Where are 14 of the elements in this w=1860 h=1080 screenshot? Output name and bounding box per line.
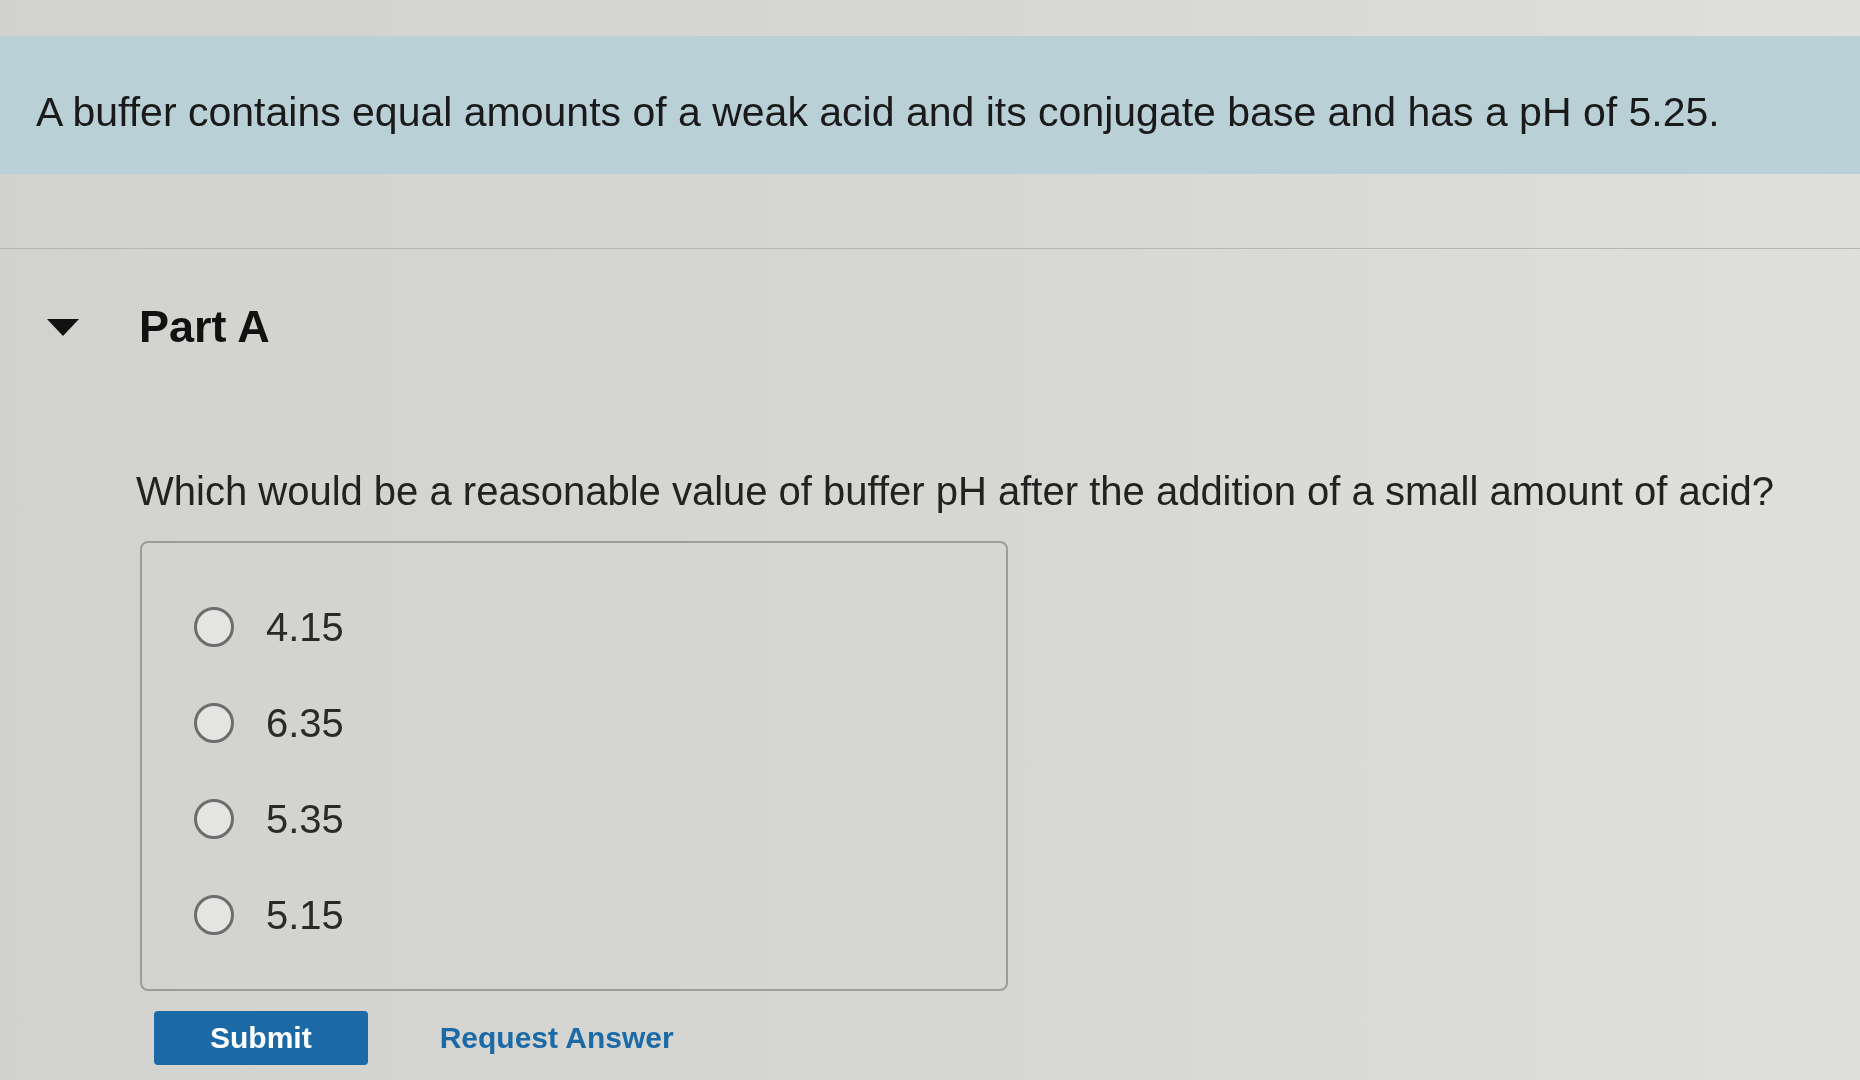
- request-answer-link[interactable]: Request Answer: [439, 1021, 674, 1055]
- problem-statement: A buffer contains equal amounts of a weak acid and its conjugate base and has a pH of 5.25.: [36, 88, 1721, 136]
- submit-button[interactable]: Submit: [154, 1011, 368, 1065]
- radio-button[interactable]: [194, 895, 234, 935]
- choice-label[interactable]: 5.15: [266, 892, 344, 938]
- question-text: Which would be a reasonable value of buffer pH after the addition of a small amount of acid?: [136, 468, 1776, 515]
- choice-label[interactable]: 5.35: [266, 796, 344, 842]
- radio-button[interactable]: [194, 703, 234, 743]
- choice-label[interactable]: 4.15: [266, 604, 344, 650]
- radio-button[interactable]: [194, 607, 234, 647]
- radio-button[interactable]: [194, 799, 234, 839]
- caret-icon[interactable]: [47, 318, 79, 336]
- part-title: Part A: [139, 301, 270, 353]
- choice-label[interactable]: 6.35: [266, 700, 344, 746]
